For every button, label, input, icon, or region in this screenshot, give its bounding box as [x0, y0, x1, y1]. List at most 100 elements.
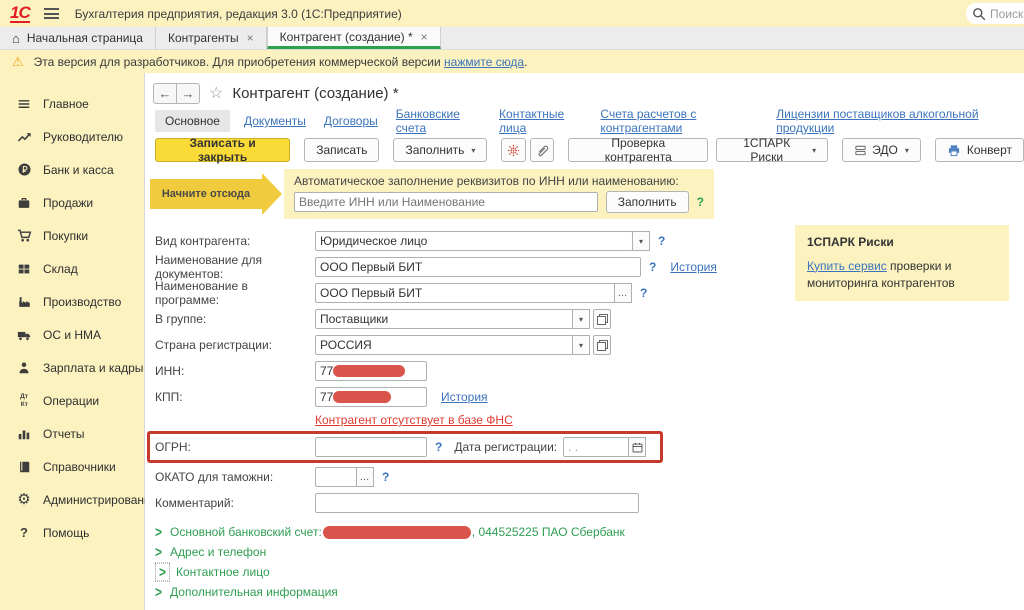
kpp-input[interactable]: 77	[315, 387, 427, 407]
sidebar-item-operacii[interactable]: ДтКт Операции	[0, 384, 144, 417]
sidebar-item-otchety[interactable]: Отчеты	[0, 417, 144, 450]
save-button[interactable]: Записать	[304, 138, 379, 162]
spark-risks-button[interactable]: 1СПАРК Риски▾	[716, 138, 828, 162]
red-asterisk-icon	[507, 144, 520, 157]
open-item-button[interactable]	[593, 335, 611, 355]
buy-commercial-link[interactable]: нажмите сюда	[444, 55, 524, 69]
section-bank-account[interactable]: > Основной банковский счет: , 044525225 …	[155, 522, 1024, 542]
redaction-mark	[323, 526, 471, 539]
sidebar-item-spravochniki[interactable]: Справочники	[0, 450, 144, 483]
autofill-fill-button[interactable]: Заполнить	[606, 191, 689, 213]
fns-warning-text[interactable]: Контрагент отсутствует в базе ФНС	[315, 413, 513, 427]
name-prog-input[interactable]	[315, 283, 615, 303]
name-docs-help-link[interactable]: ?	[649, 260, 656, 274]
autofill-panel: Автоматическое заполнение реквизитов по …	[284, 169, 714, 219]
kind-help-link[interactable]: ?	[658, 234, 665, 248]
calendar-button[interactable]	[628, 437, 646, 457]
sidebar-item-label: Помощь	[43, 526, 89, 540]
chevron-down-icon[interactable]: ▾	[572, 335, 590, 355]
tab-bank-accounts[interactable]: Банковские счета	[396, 107, 481, 135]
redaction-mark	[333, 365, 405, 377]
sidebar-item-pokupki[interactable]: Покупки	[0, 219, 144, 252]
back-button[interactable]: ←	[153, 83, 177, 104]
help-icon: ?	[14, 525, 34, 540]
name-docs-history-link[interactable]: История	[670, 260, 717, 274]
buy-service-link[interactable]: Купить сервис	[807, 259, 887, 273]
tab-dokumenty[interactable]: Документы	[244, 114, 306, 128]
fill-dropdown-button[interactable]: Заполнить▾	[393, 138, 487, 162]
sidebar-item-pomosch[interactable]: ? Помощь	[0, 516, 144, 549]
sidebar-item-prodazhi[interactable]: Продажи	[0, 186, 144, 219]
paperclip-icon	[536, 144, 549, 157]
tab-settlement-accounts[interactable]: Счета расчетов с контрагентами	[600, 107, 758, 135]
inn-search-input[interactable]	[294, 192, 598, 212]
fns-warning-row: Контрагент отсутствует в базе ФНС	[155, 410, 1024, 430]
printer-icon	[947, 144, 961, 157]
kind-input[interactable]	[315, 231, 633, 251]
favorite-star-icon[interactable]: ☆	[209, 83, 223, 103]
spark-risks-panel: 1СПАРК Риски Купить сервис проверки и мо…	[795, 225, 1009, 301]
close-icon[interactable]: ×	[247, 32, 254, 44]
sidebar-item-label: Отчеты	[43, 427, 84, 441]
envelope-button[interactable]: Конверт	[935, 138, 1024, 162]
name-docs-label: Наименование для документов:	[155, 253, 315, 281]
okato-input[interactable]	[315, 467, 357, 487]
factory-icon	[14, 295, 34, 309]
close-icon[interactable]: ×	[421, 31, 428, 43]
tab-home[interactable]: ⌂ Начальная страница	[0, 27, 156, 49]
sidebar-item-administrirovanie[interactable]: ⚙ Администрирование	[0, 483, 144, 516]
sidebar-item-sklad[interactable]: Склад	[0, 252, 144, 285]
tab-dogovory[interactable]: Договоры	[324, 114, 378, 128]
tab-osnovnoe[interactable]: Основное	[155, 110, 230, 132]
ogrn-input[interactable]	[315, 437, 427, 457]
sidebar-item-label: Руководителю	[43, 130, 123, 144]
sidebar-item-label: Банк и касса	[43, 163, 114, 177]
save-close-button[interactable]: Записать и закрыть	[155, 138, 290, 162]
field-row-country: Страна регистрации: ▾	[155, 332, 1024, 358]
snowflake-button[interactable]	[501, 138, 525, 162]
ellipsis-icon[interactable]: …	[356, 467, 374, 487]
autofill-help-link[interactable]: ?	[697, 195, 704, 209]
sidebar-item-proizvodstvo[interactable]: Производство	[0, 285, 144, 318]
sidebar-item-label: Продажи	[43, 196, 93, 210]
tab-contact-persons[interactable]: Контактные лица	[499, 107, 582, 135]
country-input[interactable]	[315, 335, 573, 355]
name-prog-help-link[interactable]: ?	[640, 286, 647, 300]
name-docs-input[interactable]	[315, 257, 641, 277]
inn-input[interactable]: 77	[315, 361, 427, 381]
main-menu-icon[interactable]	[44, 8, 59, 19]
sidebar-item-glavnoe[interactable]: Главное	[0, 87, 144, 120]
global-search[interactable]: Поиск С	[966, 3, 1024, 24]
section-contact-person[interactable]: > Контактное лицо	[155, 562, 1024, 582]
open-item-button[interactable]	[593, 309, 611, 329]
sidebar-item-label: Операции	[43, 394, 99, 408]
group-input[interactable]	[315, 309, 573, 329]
1c-logo: 1С	[10, 4, 30, 24]
check-counterparty-button[interactable]: Проверка контрагента	[568, 138, 708, 162]
window-title: Бухгалтерия предприятия, редакция 3.0 (1…	[75, 7, 402, 21]
page-title: Контрагент (создание) *	[232, 85, 398, 102]
ogrn-help-link[interactable]: ?	[435, 440, 442, 454]
tab-kontragenty[interactable]: Контрагенты ×	[156, 27, 267, 49]
tab-kontragent-create[interactable]: Контрагент (создание) * ×	[267, 27, 441, 49]
chevron-down-icon[interactable]: ▾	[632, 231, 650, 251]
sidebar-item-os-nma[interactable]: ОС и НМА	[0, 318, 144, 351]
sidebar-item-bank-kassa[interactable]: Банк и касса	[0, 153, 144, 186]
forward-button[interactable]: →	[176, 83, 200, 104]
section-address-phone[interactable]: > Адрес и телефон	[155, 542, 1024, 562]
okato-help-link[interactable]: ?	[382, 470, 389, 484]
kpp-visible-value: 77	[320, 390, 333, 404]
reg-date-input[interactable]: . .	[563, 437, 629, 457]
ellipsis-icon[interactable]: …	[614, 283, 632, 303]
chevron-down-icon[interactable]: ▾	[572, 309, 590, 329]
section-extra-info[interactable]: > Дополнительная информация	[155, 582, 1024, 602]
kpp-history-link[interactable]: История	[441, 390, 488, 404]
attachment-button[interactable]	[530, 138, 554, 162]
grid-icon	[14, 262, 34, 276]
cart-icon	[14, 228, 34, 243]
tab-alcohol-licenses[interactable]: Лицензии поставщиков алкогольной продукц…	[776, 107, 1006, 135]
sidebar-item-zarplata[interactable]: Зарплата и кадры	[0, 351, 144, 384]
comment-input[interactable]	[315, 493, 639, 513]
edo-button[interactable]: ЭДО▾	[842, 138, 921, 162]
sidebar-item-rukovoditelyu[interactable]: Руководителю	[0, 120, 144, 153]
